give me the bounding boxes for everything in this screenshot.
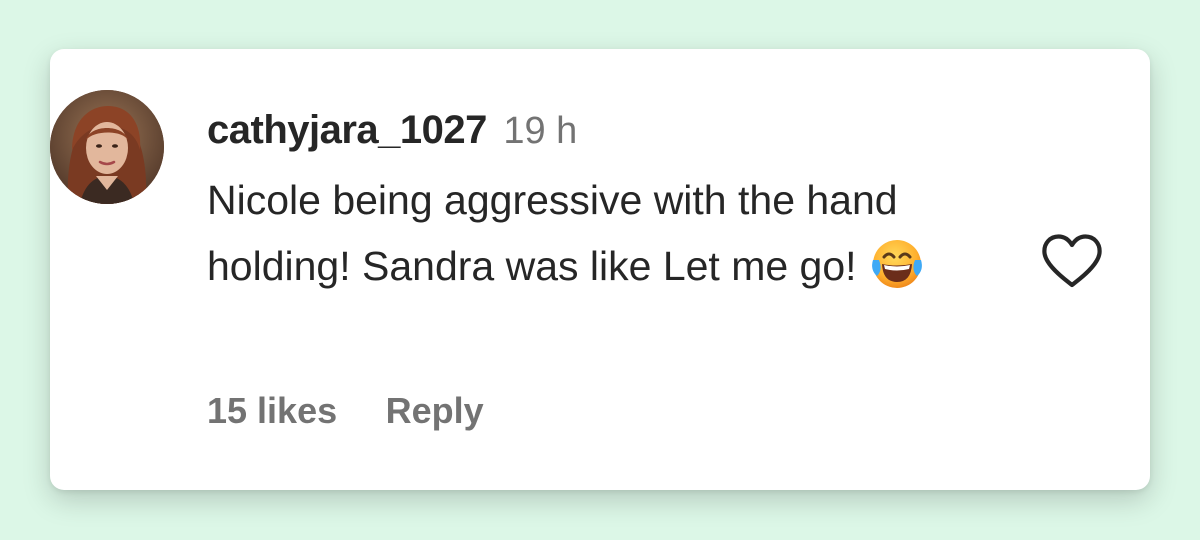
- heart-outline-icon: [1042, 234, 1102, 288]
- face-with-tears-of-joy-icon: [869, 236, 925, 292]
- comment-timestamp[interactable]: 19 h: [503, 110, 577, 152]
- comment-body: Nicole being aggressive with the hand ho…: [207, 167, 1007, 299]
- comment-card: cathyjara_1027 19 h Nicole being aggress…: [50, 49, 1150, 490]
- likes-count[interactable]: 15 likes: [207, 390, 337, 431]
- comment-text: Nicole being aggressive with the hand ho…: [207, 177, 898, 289]
- profile-photo: [50, 90, 164, 204]
- avatar[interactable]: [50, 90, 164, 204]
- comment-header: cathyjara_1027 19 h: [207, 105, 577, 155]
- like-button[interactable]: [1040, 232, 1104, 290]
- comment-actions: 15 likes Reply: [207, 389, 484, 433]
- username-link[interactable]: cathyjara_1027: [207, 108, 487, 152]
- reply-button[interactable]: Reply: [386, 390, 484, 431]
